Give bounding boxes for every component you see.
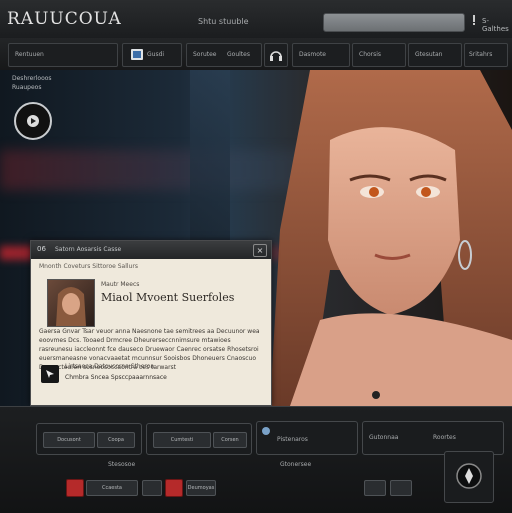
window-subtitle: Shtu stuuble — [198, 17, 249, 26]
toolbar-item[interactable]: Dasmote — [292, 43, 350, 67]
deck-small-button[interactable] — [390, 480, 412, 496]
deck-label: Gtonersee — [280, 461, 312, 468]
deck-small-button[interactable] — [142, 480, 162, 496]
toolbar-item-image[interactable]: Gusdi — [122, 43, 182, 67]
control-deck: Docusont Coopa Cumtesti Corsen Pistenaro… — [0, 406, 512, 513]
headphones-icon — [270, 51, 282, 61]
toolbar: Rentuuen Gusdi Sorutee Goultes Dasmote C… — [0, 38, 512, 71]
dialog-titlebar: 06 Satorn Aosarsis Casse × — [31, 241, 271, 259]
close-icon: × — [256, 246, 264, 255]
deck-button[interactable]: Corsen — [213, 432, 247, 448]
overlay-line: Ruaupeos — [12, 84, 42, 91]
toolbar-item-label: Gusdi — [147, 51, 165, 58]
cursor-button[interactable] — [41, 365, 59, 383]
deck-label: Gutonnaa — [369, 434, 399, 441]
deck-button[interactable]: Cumtesti — [153, 432, 211, 448]
record-button[interactable] — [66, 479, 84, 497]
profile-name: Miaol Mvoent Suerfoles — [101, 291, 235, 304]
toolbar-item-label: Gtesutan — [415, 51, 443, 58]
alert-icon[interactable] — [470, 15, 478, 25]
toolbar-item[interactable]: Sritahrs — [464, 43, 508, 67]
deck-label: Stesosoe — [108, 461, 136, 468]
toolbar-item-label: Sorutee — [193, 51, 217, 58]
deck-panel-middle: Cumtesti Corsen — [146, 423, 252, 455]
app-title: RAUUCOUA — [7, 9, 122, 29]
dialog-number: 06 — [37, 245, 46, 253]
close-button[interactable]: × — [253, 244, 267, 257]
deck-panel-status: Pistenaros — [256, 421, 358, 455]
status-dot-icon — [262, 427, 270, 435]
headphones-button[interactable] — [264, 43, 288, 67]
deck-button[interactable]: Coopa — [97, 432, 135, 448]
avatar — [47, 279, 95, 327]
control-caption: Lirtsaoca Datovcorna Stheroa — [65, 363, 155, 370]
toolbar-item-label: Chorsis — [359, 51, 382, 58]
play-badge-icon[interactable] — [14, 102, 52, 140]
title-bar: RAUUCOUA Shtu stuuble S-Galthes — [0, 0, 512, 39]
character-illustration — [270, 70, 512, 406]
toolbar-item[interactable]: Gtesutan — [408, 43, 462, 67]
cursor-icon — [46, 370, 54, 378]
toolbar-group-left: Rentuuen — [8, 43, 118, 67]
toolbar-item-label: Dasmote — [299, 51, 326, 58]
deck-button[interactable]: Docusont — [43, 432, 95, 448]
dial-panel — [444, 451, 494, 503]
avatar-image — [56, 287, 86, 326]
overlay-info: Deshrerlooos Ruaupeos — [12, 74, 52, 92]
dialog-subtitle: Mnonth Coveturs Sittoroe Sallurs — [39, 263, 138, 270]
overlay-line: Deshrerlooos — [12, 75, 52, 82]
image-icon — [131, 49, 143, 60]
dial-icon[interactable] — [455, 462, 483, 490]
toolbar-item[interactable]: Chorsis — [352, 43, 406, 67]
profile-label: Mautr Meecs — [101, 281, 140, 288]
toolbar-item[interactable]: Sorutee Goultes — [186, 43, 262, 67]
control-link[interactable]: Chmbra Sncea Spsccpaaarnnsace — [65, 374, 167, 381]
top-right-label[interactable]: S-Galthes — [482, 17, 512, 33]
profile-dialog: 06 Satorn Aosarsis Casse × Mnonth Covetu… — [30, 240, 272, 406]
play-icon — [27, 115, 39, 127]
deck-small-button[interactable] — [364, 480, 386, 496]
deck-label: Pistenaros — [277, 436, 308, 443]
dialog-title: Satorn Aosarsis Casse — [55, 246, 122, 253]
deck-label: Roortes — [433, 434, 456, 441]
deck-button[interactable]: Deumoyas — [186, 480, 216, 496]
toolbar-item-label[interactable]: Rentuuen — [15, 51, 44, 58]
deck-panel-left: Docusont Coopa — [36, 423, 142, 455]
toolbar-item-label: Goultes — [227, 51, 250, 58]
stop-button[interactable] — [165, 479, 183, 497]
toolbar-item-label: Sritahrs — [469, 51, 493, 58]
deck-panel-right: Gutonnaa Roortes — [362, 421, 504, 455]
search-input[interactable] — [323, 13, 465, 32]
deck-button[interactable]: Ccaesta — [86, 480, 138, 496]
